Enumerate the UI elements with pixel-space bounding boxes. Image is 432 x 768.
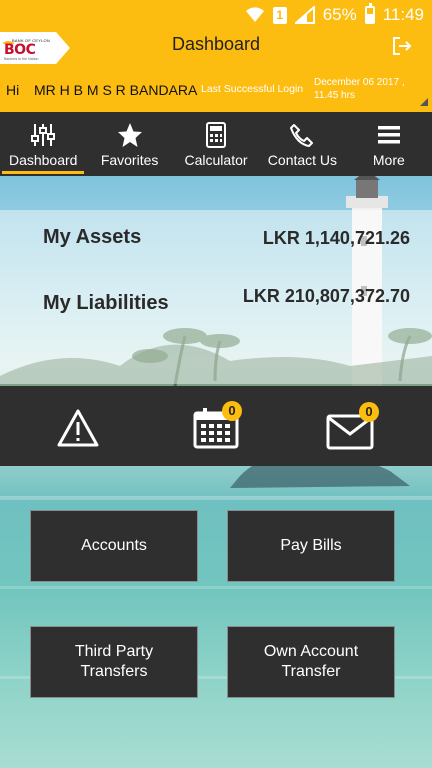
app-header: BANK OF CEYLON BOC Bankers to the Nation… bbox=[0, 30, 432, 112]
accounts-button[interactable]: Accounts bbox=[30, 510, 198, 582]
own-account-label-line2: Transfer bbox=[281, 663, 341, 680]
greeting: Hi bbox=[6, 82, 20, 98]
calendar-badge: 0 bbox=[222, 401, 242, 421]
nav-label-dashboard: Dashboard bbox=[8, 152, 78, 168]
nav-item-more[interactable]: More bbox=[346, 112, 432, 176]
accounts-label: Accounts bbox=[81, 537, 147, 554]
main-nav: Dashboard Favorites Calculator Contact U… bbox=[0, 112, 432, 176]
page-title: Dashboard bbox=[171, 34, 261, 54]
calendar-button[interactable]: 0 bbox=[144, 386, 288, 466]
battery-icon bbox=[364, 3, 375, 24]
third-party-label-line2: Transfers bbox=[80, 663, 148, 680]
warning-icon bbox=[57, 409, 99, 447]
sliders-icon bbox=[31, 124, 56, 146]
liabilities-value: LKR 210,807,372.70 bbox=[242, 286, 410, 306]
mail-badge: 0 bbox=[359, 402, 379, 422]
third-party-label-line1: Third Party bbox=[74, 643, 154, 660]
battery-percent: 65% bbox=[322, 5, 357, 24]
assets-value: LKR 1,140,721.26 bbox=[262, 228, 410, 248]
own-account-transfer-button[interactable]: Own Account Transfer bbox=[227, 626, 395, 698]
nav-label-favorites: Favorites bbox=[100, 152, 159, 168]
signal-icon bbox=[294, 6, 315, 24]
third-party-transfers-button[interactable]: Third Party Transfers bbox=[30, 626, 198, 698]
wifi-icon bbox=[245, 7, 264, 22]
pay-bills-label: Pay Bills bbox=[280, 537, 342, 554]
last-login-value: December 06 2017 , 11.45 hrs bbox=[314, 77, 405, 101]
mail-button[interactable]: 0 bbox=[288, 386, 432, 466]
quick-icons-bar: 0 0 bbox=[0, 386, 432, 466]
star-icon bbox=[117, 123, 142, 147]
status-bar: 1 65% 11:49 bbox=[0, 0, 432, 30]
user-name: MR H B M S R BANDARA bbox=[34, 82, 198, 98]
assets-label: My Assets bbox=[43, 226, 142, 248]
last-login-label: Last Successful Login bbox=[201, 83, 304, 95]
calculator-icon bbox=[206, 122, 227, 148]
expand-corner-icon[interactable] bbox=[420, 98, 428, 106]
nav-item-favorites[interactable]: Favorites bbox=[86, 112, 172, 176]
clock: 11:49 bbox=[382, 5, 424, 24]
nav-item-contact-us[interactable]: Contact Us bbox=[259, 112, 345, 176]
phone-icon bbox=[290, 124, 314, 147]
nav-label-contact-us: Contact Us bbox=[267, 152, 338, 168]
nav-label-more: More bbox=[372, 152, 405, 168]
own-account-label-line1: Own Account bbox=[263, 643, 359, 660]
pay-bills-button[interactable]: Pay Bills bbox=[227, 510, 395, 582]
logo-tagline: Bankers to the Nation bbox=[4, 57, 39, 61]
sim-icon: 1 bbox=[272, 6, 287, 24]
summary-panel: My Assets LKR 1,140,721.26 My Liabilitie… bbox=[0, 210, 432, 384]
nav-item-calculator[interactable]: Calculator bbox=[173, 112, 259, 176]
menu-icon bbox=[377, 126, 400, 144]
logout-icon[interactable] bbox=[392, 36, 412, 56]
nav-item-dashboard[interactable]: Dashboard bbox=[0, 112, 86, 176]
nav-label-calculator: Calculator bbox=[184, 152, 248, 168]
alerts-button[interactable] bbox=[0, 386, 144, 466]
liabilities-label: My Liabilities bbox=[43, 292, 169, 314]
